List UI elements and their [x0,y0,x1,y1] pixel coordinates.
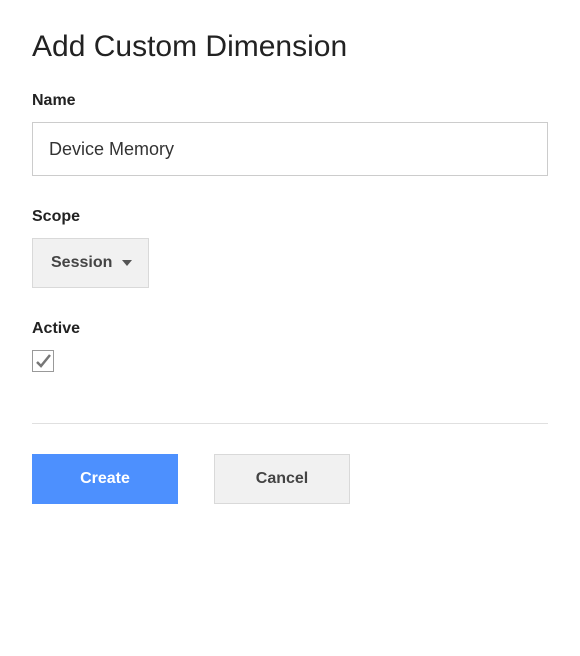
scope-selected-value: Session [51,254,112,272]
cancel-button[interactable]: Cancel [214,454,350,504]
name-input[interactable] [32,122,548,176]
scope-dropdown[interactable]: Session [32,238,149,288]
check-icon [34,352,52,370]
active-field-group: Active [32,320,550,375]
active-label: Active [32,320,550,338]
scope-label: Scope [32,208,550,226]
chevron-down-icon [122,260,132,266]
name-field-group: Name [32,92,550,176]
name-label: Name [32,92,550,110]
button-row: Create Cancel [32,454,550,504]
scope-field-group: Scope Session [32,208,550,288]
divider [32,423,548,424]
page-title: Add Custom Dimension [32,30,550,64]
active-checkbox[interactable] [32,350,54,372]
create-button[interactable]: Create [32,454,178,504]
